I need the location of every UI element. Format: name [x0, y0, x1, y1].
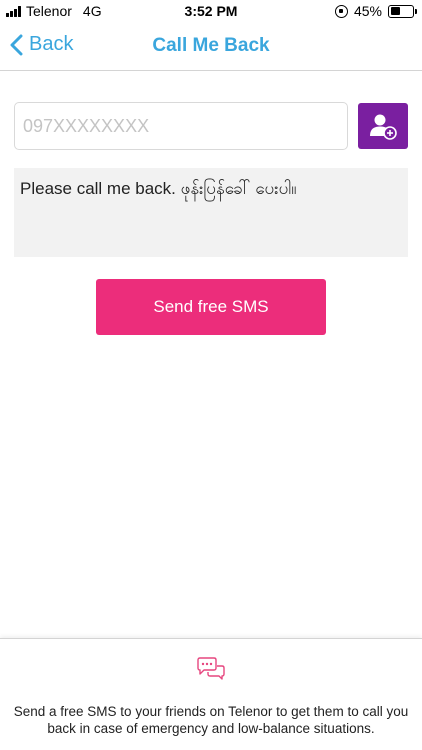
message-field[interactable]: Please call me back. ဖုန်းပြန်ခေါ် ပေးပါ…: [14, 168, 408, 257]
page-title: Call Me Back: [152, 35, 270, 56]
info-panel: Send a free SMS to your friends on Telen…: [0, 638, 422, 750]
chat-bubbles-icon: [197, 657, 225, 680]
rotation-lock-icon: [334, 4, 348, 18]
phone-number-input[interactable]: [14, 102, 348, 150]
status-right: 45%: [334, 3, 417, 19]
battery-fill: [390, 7, 400, 15]
navigation-bar: Back Call Me Back: [0, 22, 422, 71]
add-contact-icon: [370, 114, 397, 140]
battery-percent: 45%: [353, 3, 382, 19]
status-bar: Telenor 4G 3:52 PM 45%: [0, 0, 422, 22]
battery-icon: [388, 4, 417, 18]
info-description: Send a free SMS to your friends on Telen…: [13, 704, 409, 736]
add-contact-button[interactable]: [358, 103, 408, 149]
send-free-sms-button[interactable]: Send free SMS: [96, 279, 326, 335]
